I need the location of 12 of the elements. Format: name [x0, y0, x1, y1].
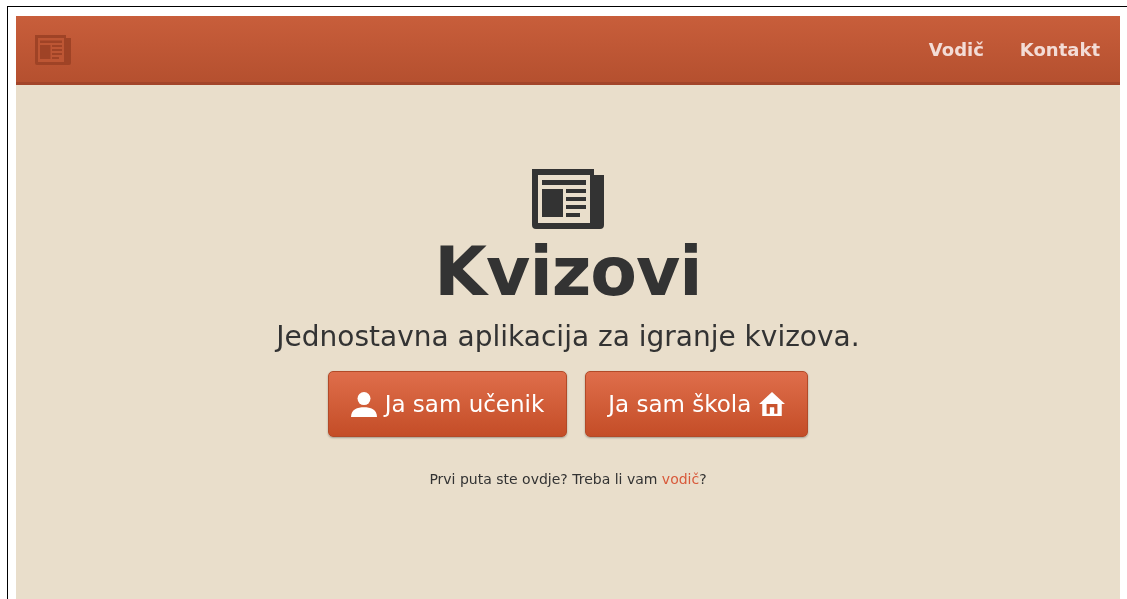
role-button[interactable]: Ja sam škola	[585, 371, 809, 437]
logo-link[interactable]	[33, 33, 73, 65]
tagline: Jednostavna aplikacija za igranje kvizova.	[276, 319, 860, 355]
nav-link[interactable]: Kontakt	[1019, 38, 1100, 60]
nav-link[interactable]: Vodič	[928, 38, 984, 60]
person-icon	[350, 391, 377, 417]
newspaper-icon	[33, 33, 73, 65]
help-text: Prvi puta ste ovdje? Treba li vam vodič?	[429, 471, 707, 487]
house-icon	[759, 391, 786, 417]
role-button[interactable]: Ja sam učenik	[327, 371, 568, 437]
guide-link[interactable]: vodič	[661, 471, 700, 487]
page-title: Kvizovi	[434, 233, 702, 311]
